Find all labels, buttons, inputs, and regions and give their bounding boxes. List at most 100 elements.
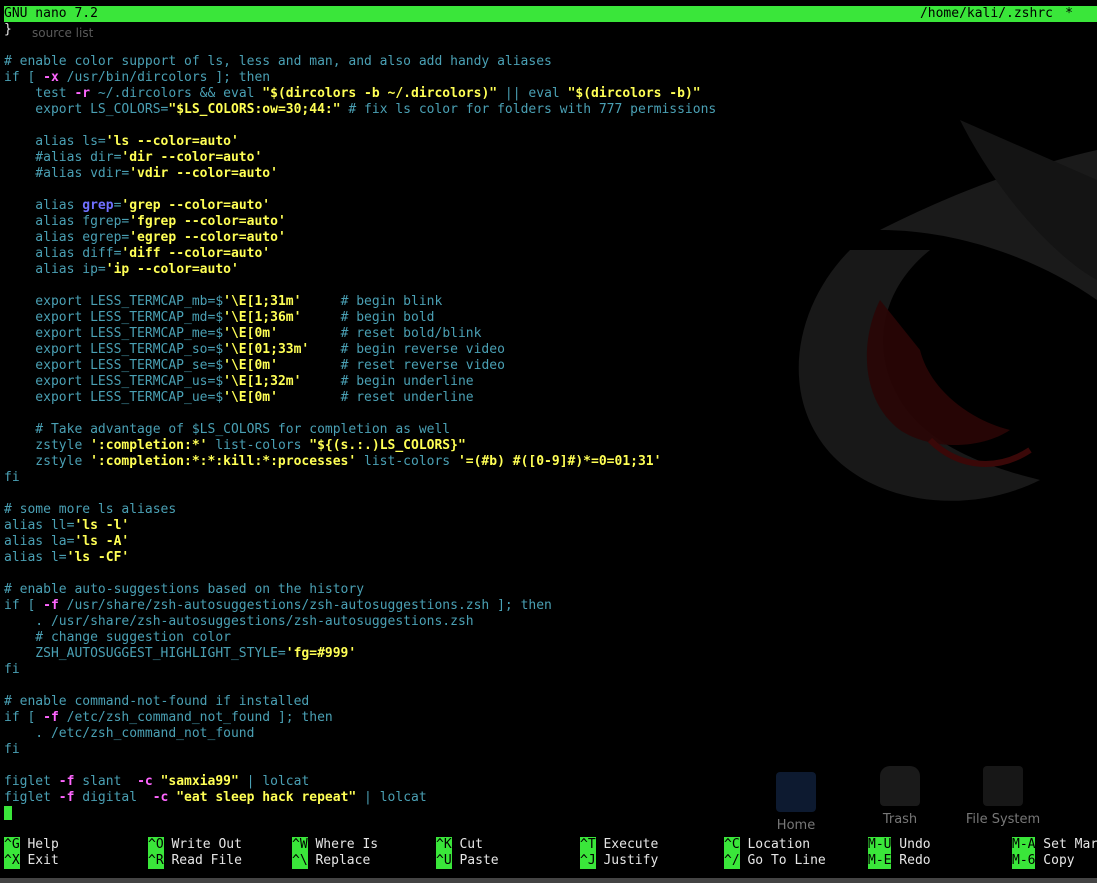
code-token: export LS_COLORS= [4, 102, 169, 117]
shortcut-label: Cut [451, 837, 483, 852]
code-line[interactable]: #alias dir='dir --color=auto' [4, 150, 1097, 166]
code-line[interactable] [4, 758, 1097, 774]
code-line[interactable] [4, 278, 1097, 294]
code-token: export LESS_TERMCAP_mb=$ [4, 294, 224, 309]
code-line[interactable]: if [ -f /usr/share/zsh-autosuggestions/z… [4, 598, 1097, 614]
shortcut-location[interactable]: ^C Location [724, 837, 810, 853]
code-token: export LESS_TERMCAP_ue=$ [4, 390, 224, 405]
code-line[interactable] [4, 486, 1097, 502]
shortcut-key: ^/ [724, 853, 740, 869]
code-line[interactable]: export LESS_TERMCAP_so=$'\E[01;33m' # be… [4, 342, 1097, 358]
code-token: figlet [4, 774, 59, 789]
code-line[interactable]: alias fgrep='fgrep --color=auto' [4, 214, 1097, 230]
code-token: slant [74, 774, 138, 789]
code-token: list-colors [356, 454, 458, 469]
code-line[interactable]: alias diff='diff --color=auto' [4, 246, 1097, 262]
code-line[interactable]: # enable color support of ls, less and m… [4, 54, 1097, 70]
code-token: '\E[1;32m' [223, 374, 302, 389]
code-line[interactable]: } [4, 22, 1097, 38]
code-line[interactable]: alias ll='ls -l' [4, 518, 1097, 534]
code-line[interactable] [4, 678, 1097, 694]
shortcut-redo[interactable]: M-E Redo [868, 853, 931, 869]
shortcut-set-mark[interactable]: M-A Set Mark [1012, 837, 1097, 853]
code-line[interactable] [4, 406, 1097, 422]
shortcut-replace[interactable]: ^\ Replace [292, 853, 370, 869]
code-token: export LESS_TERMCAP_me=$ [4, 326, 224, 341]
code-line[interactable]: export LESS_TERMCAP_mb=$'\E[1;31m' # beg… [4, 294, 1097, 310]
code-token: '\E[1;36m' [223, 310, 302, 325]
code-token: -f [43, 598, 59, 613]
code-line[interactable]: # enable command-not-found if installed [4, 694, 1097, 710]
code-token: '\E[0m' [223, 326, 278, 341]
code-line[interactable]: test -r ~/.dircolors && eval "$(dircolor… [4, 86, 1097, 102]
code-line[interactable]: figlet -f slant -c "samxia99" | lolcat [4, 774, 1097, 790]
code-line[interactable]: # enable auto-suggestions based on the h… [4, 582, 1097, 598]
shortcut-where-is[interactable]: ^W Where Is [292, 837, 378, 853]
code-line[interactable]: alias ls='ls --color=auto' [4, 134, 1097, 150]
shortcut-label: Execute [595, 837, 659, 852]
editor-buffer[interactable]: } # enable color support of ls, less and … [4, 22, 1097, 822]
shortcut-copy[interactable]: M-6 Copy [1012, 853, 1075, 869]
code-token: # reset underline [277, 390, 474, 405]
shortcut-help[interactable]: ^G Help [4, 837, 59, 853]
shortcut-label: Copy [1035, 853, 1075, 868]
code-token: -f [43, 710, 59, 725]
shortcut-execute[interactable]: ^T Execute [580, 837, 658, 853]
shortcut-read-file[interactable]: ^R Read File [148, 853, 242, 869]
code-line[interactable]: alias egrep='egrep --color=auto' [4, 230, 1097, 246]
code-line[interactable] [4, 118, 1097, 134]
shortcut-paste[interactable]: ^U Paste [436, 853, 499, 869]
file-path: /home/kali/.zshrc [919, 6, 1053, 21]
code-line[interactable]: zstyle ':completion:*' list-colors "${(s… [4, 438, 1097, 454]
code-line[interactable]: if [ -x /usr/bin/dircolors ]; then [4, 70, 1097, 86]
code-line[interactable]: export LESS_TERMCAP_me=$'\E[0m' # reset … [4, 326, 1097, 342]
code-line[interactable]: #alias vdir='vdir --color=auto' [4, 166, 1097, 182]
code-line[interactable]: . /etc/zsh_command_not_found [4, 726, 1097, 742]
code-line[interactable]: fi [4, 470, 1097, 486]
code-line[interactable]: # change suggestion color [4, 630, 1097, 646]
shortcut-key: ^G [4, 837, 20, 853]
code-line[interactable]: fi [4, 662, 1097, 678]
shortcut-cut[interactable]: ^K Cut [436, 837, 483, 853]
code-line[interactable]: export LESS_TERMCAP_us=$'\E[1;32m' # beg… [4, 374, 1097, 390]
code-token: '\E[0m' [223, 390, 278, 405]
code-line[interactable]: alias ip='ip --color=auto' [4, 262, 1097, 278]
code-line[interactable] [4, 182, 1097, 198]
code-line[interactable]: if [ -f /etc/zsh_command_not_found ]; th… [4, 710, 1097, 726]
code-line[interactable]: ZSH_AUTOSUGGEST_HIGHLIGHT_STYLE='fg=#999… [4, 646, 1097, 662]
code-line[interactable]: . /usr/share/zsh-autosuggestions/zsh-aut… [4, 614, 1097, 630]
shortcut-go-to-line[interactable]: ^/ Go To Line [724, 853, 826, 869]
code-line[interactable]: # some more ls aliases [4, 502, 1097, 518]
shortcut-key: M-6 [1012, 853, 1036, 869]
code-line[interactable] [4, 806, 1097, 822]
code-token: export LESS_TERMCAP_so=$ [4, 342, 224, 357]
code-line[interactable]: alias l='ls -CF' [4, 550, 1097, 566]
code-token: 'fgrep --color=auto' [129, 214, 286, 229]
terminal-window[interactable]: GNU nano 7.2 /home/kali/.zshrc * source … [0, 0, 1097, 883]
shortcut-label: Justify [595, 853, 659, 868]
shortcut-justify[interactable]: ^J Justify [580, 853, 658, 869]
shortcut-undo[interactable]: M-U Undo [868, 837, 931, 853]
code-line[interactable]: export LESS_TERMCAP_se=$'\E[0m' # reset … [4, 358, 1097, 374]
code-token: # begin blink [301, 294, 443, 309]
shortcut-write-out[interactable]: ^O Write Out [148, 837, 242, 853]
code-token: # enable auto-suggestions based on the h… [4, 582, 365, 597]
code-token: fi [4, 742, 20, 757]
code-line[interactable]: fi [4, 742, 1097, 758]
code-line[interactable] [4, 566, 1097, 582]
shortcut-bar: ^G Help ^O Write Out ^W Where Is ^K Cut ^T E… [4, 837, 1097, 871]
code-token: export LESS_TERMCAP_us=$ [4, 374, 224, 389]
code-line[interactable] [4, 38, 1097, 54]
code-line[interactable]: export LESS_TERMCAP_ue=$'\E[0m' # reset … [4, 390, 1097, 406]
code-token: export LESS_TERMCAP_se=$ [4, 358, 224, 373]
code-line[interactable]: export LS_COLORS="$LS_COLORS:ow=30;44:" … [4, 102, 1097, 118]
code-line[interactable]: figlet -f digital -c "eat sleep hack rep… [4, 790, 1097, 806]
code-line[interactable]: export LESS_TERMCAP_md=$'\E[1;36m' # beg… [4, 310, 1097, 326]
code-token: . /usr/share/zsh-autosuggestions/zsh-aut… [4, 614, 474, 629]
code-line[interactable]: zstyle ':completion:*:*:kill:*:processes… [4, 454, 1097, 470]
shortcut-exit[interactable]: ^X Exit [4, 853, 59, 869]
code-line[interactable]: alias la='ls -A' [4, 534, 1097, 550]
code-line[interactable]: # Take advantage of $LS_COLORS for compl… [4, 422, 1097, 438]
code-token: "samxia99" [160, 774, 239, 789]
code-line[interactable]: alias grep='grep --color=auto' [4, 198, 1097, 214]
